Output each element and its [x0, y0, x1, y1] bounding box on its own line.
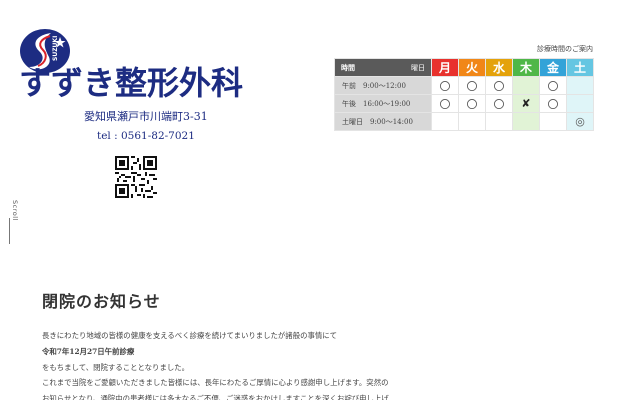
notice-title: 閉院のお知らせ — [42, 292, 161, 311]
row-label-afternoon: 午後 16:00～19:00 — [334, 94, 432, 113]
day-header-sat: 土 — [566, 58, 594, 77]
clinic-address: 愛知県瀬戸市川端町3-31 — [84, 110, 208, 123]
notice-closing-date: 令和7年12月27日午前診療 — [42, 346, 135, 356]
schedule-header-cell: 時間 曜日 — [334, 58, 432, 77]
mark-afternoon-thu: ✘ — [521, 97, 531, 110]
notice-line: お知らせとなり、通院中の患者様には多大なるご不便、ご迷惑をおかけしますことを深く… — [42, 394, 389, 400]
row-label-saturday: 土曜日 9:00～14:00 — [334, 112, 432, 131]
day-header-fri: 金 — [539, 58, 567, 77]
row-label-morning: 午前 9:00～12:00 — [334, 76, 432, 95]
mark-afternoon-mon: 〇 — [439, 97, 451, 111]
schedule-row-saturday: 土曜日 9:00～14:00 ◎ — [334, 112, 594, 131]
header-time-label: 時間 — [341, 62, 355, 72]
schedule-table: 時間 曜日 月 火 水 木 金 土 午前 9:00～12:00 〇 〇 〇 〇 … — [334, 58, 594, 131]
schedule-header-row: 時間 曜日 月 火 水 木 金 土 — [334, 58, 594, 77]
notice-body: 長きにわたり地域の皆様の健康を支えるべく診療を続けてまいりましたが諸般の事情にて… — [42, 328, 422, 400]
day-header-mon: 月 — [431, 58, 459, 77]
mark-morning-tue: 〇 — [466, 79, 478, 93]
mark-saturday-sat: ◎ — [575, 115, 585, 128]
mark-afternoon-tue: 〇 — [466, 97, 478, 111]
day-header-tue: 火 — [458, 58, 486, 77]
mark-morning-wed: 〇 — [493, 79, 505, 93]
mark-afternoon-wed: 〇 — [493, 97, 505, 111]
scroll-indicator-line — [9, 218, 10, 244]
schedule-row-morning: 午前 9:00～12:00 〇 〇 〇 〇 — [334, 76, 594, 95]
notice-line: 長きにわたり地域の皆様の健康を支えるべく診療を続けてまいりましたが諸般の事情にて — [42, 331, 338, 340]
notice-line: これまで当院をご愛顧いただきました皆様には、長年にわたるご厚情に心より感謝申し上… — [42, 378, 389, 388]
mark-morning-fri: 〇 — [547, 79, 559, 93]
schedule-row-afternoon: 午後 16:00～19:00 〇 〇 〇 ✘ 〇 — [334, 94, 594, 113]
mark-afternoon-fri: 〇 — [547, 97, 559, 111]
scroll-label: Scroll — [11, 200, 19, 221]
header-youbi-label: 曜日 — [411, 63, 425, 72]
day-header-thu: 木 — [512, 58, 540, 77]
logo-text: SUZUKI — [52, 36, 59, 61]
clinic-name: すずき整形外科 — [19, 64, 244, 102]
schedule-caption: 診療時間のご案内 — [537, 45, 593, 53]
qr-code — [115, 156, 157, 198]
mark-morning-mon: 〇 — [439, 79, 451, 93]
clinic-tel[interactable]: tel : 0561-82-7021 — [97, 130, 195, 142]
notice-line: をもちまして、閉院することとなりました。 — [42, 362, 190, 372]
day-header-wed: 水 — [485, 58, 513, 77]
